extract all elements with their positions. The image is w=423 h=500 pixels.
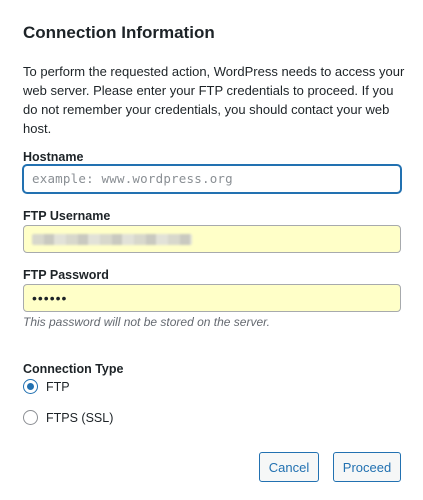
ftp-username-input[interactable] [23, 225, 401, 253]
hostname-placeholder: example: www.wordpress.org [32, 171, 233, 186]
radio-option-ftps[interactable]: FTPS (SSL) [23, 410, 113, 425]
ftp-password-label: FTP Password [23, 268, 109, 282]
ftp-radio-button[interactable] [23, 379, 38, 394]
ftp-username-label: FTP Username [23, 209, 111, 223]
ftps-radio-button[interactable] [23, 410, 38, 425]
proceed-button[interactable]: Proceed [333, 452, 401, 482]
dialog-intro-text: To perform the requested action, WordPre… [23, 64, 405, 136]
hostname-label: Hostname [23, 150, 84, 164]
redacted-username [32, 234, 192, 245]
ftps-radio-label[interactable]: FTPS (SSL) [46, 411, 113, 425]
password-mask: •••••• [32, 290, 68, 306]
cancel-button[interactable]: Cancel [259, 452, 319, 482]
connection-type-label: Connection Type [23, 362, 124, 376]
ftp-password-input[interactable]: •••••• [23, 284, 401, 312]
radio-option-ftp[interactable]: FTP [23, 379, 70, 394]
hostname-input[interactable]: example: www.wordpress.org [23, 165, 401, 193]
dialog-title: Connection Information [23, 23, 215, 42]
ftp-radio-label[interactable]: FTP [46, 380, 70, 394]
password-storage-note: This password will not be stored on the … [23, 315, 271, 329]
